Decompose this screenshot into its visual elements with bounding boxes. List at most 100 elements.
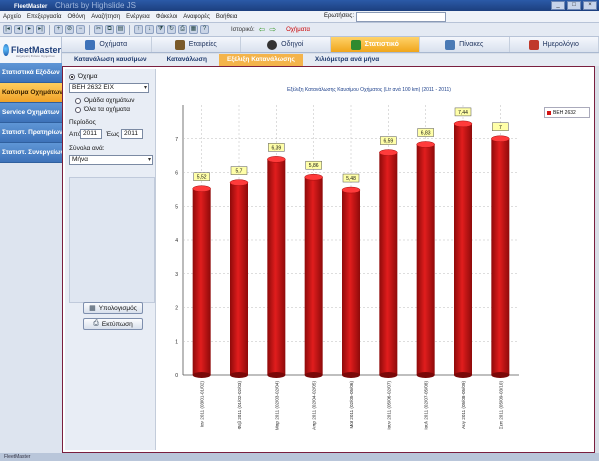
tab-label: Πίνακες [459, 41, 484, 48]
tab-label: Εταιρείες [188, 41, 217, 48]
x-tick-label: Μαρ 2011 (02/03-02/04) [274, 381, 279, 431]
tab-consumption-trend[interactable]: Εξέλιξη Κατανάλωσης [218, 54, 303, 66]
toolbar-divider [129, 24, 130, 35]
data-label: 5,7 [236, 169, 243, 175]
paste-icon[interactable]: ▤ [116, 25, 125, 34]
tab-vehicles[interactable]: Οχήματα [62, 37, 152, 52]
chart-bar-top [453, 120, 473, 128]
truck-icon [85, 39, 96, 50]
cancel-icon[interactable]: ⊘ [65, 25, 74, 34]
refresh-icon[interactable]: ↻ [167, 25, 176, 34]
delete-icon[interactable]: − [76, 25, 85, 34]
chart-bar-top [491, 135, 510, 142]
tab-statistics[interactable]: Στατιστικό [330, 37, 420, 52]
forward-arrow-icon[interactable]: ⇨ [269, 25, 276, 34]
y-tick-label: 5 [175, 204, 178, 210]
tab-label: Ημερολόγιο [542, 41, 579, 48]
menu-action[interactable]: Ενέργεια [123, 14, 153, 20]
print-label: Εκτύπωση [101, 320, 133, 328]
calculator-icon: ▦ [89, 305, 96, 312]
sidebar-item-vehicle-service[interactable]: Service Οχημάτων [0, 103, 62, 123]
logo-subtitle: Διαχείριση Στόλου Οχημάτων [16, 54, 55, 58]
data-label: 6,39 [271, 145, 281, 151]
chart-plot: 5,52 5,7 6,39 5,86 5,48 6,59 6,83 7,44 7 0 1 2 3 4 5 6… [175, 105, 519, 431]
new-icon[interactable]: + [54, 25, 63, 34]
tab-calendar[interactable]: Ημερολόγιο [510, 37, 599, 52]
menu-view[interactable]: Οθόνη [65, 14, 89, 20]
consumption-chart: Εξέλιξη Κατανάλωσης Καυσίμου Οχήματος (L… [159, 87, 591, 450]
to-year-input[interactable]: 2011 [121, 129, 143, 139]
tab-tables[interactable]: Πίνακες [420, 37, 510, 52]
radio-vehicle[interactable] [69, 73, 75, 80]
cut-icon[interactable]: ✂ [94, 25, 103, 34]
sort-desc-icon[interactable]: ↓ [145, 25, 154, 34]
menu-search[interactable]: Αναζήτηση [88, 14, 123, 20]
grid-icon[interactable]: ▦ [189, 25, 198, 34]
vehicle-select[interactable]: ΒΕΗ 2632 ΕΙΧ [69, 83, 149, 93]
help-icon[interactable]: ? [200, 25, 209, 34]
last-record-icon[interactable]: ▸| [36, 25, 45, 34]
chart-bar-base [230, 372, 248, 378]
search-label: Ερωτήσεις: [324, 13, 354, 19]
toolbar: |◂ ◂ ▸ ▸| + ⊘ − ✂ ⧉ ▤ ↑ ↓ ⧩ ↻ ⎙ ▦ ? Ιστο… [0, 23, 599, 37]
calculate-button[interactable]: ▦ Υπολογισμός [83, 302, 143, 314]
chart-bar [491, 138, 510, 375]
menu-folders[interactable]: Φάκελοι [153, 14, 181, 20]
chart-bar-top [341, 186, 361, 194]
filter-icon[interactable]: ⧩ [156, 25, 165, 34]
tab-drivers[interactable]: Οδηγοί [241, 37, 331, 52]
radio-group[interactable] [75, 97, 81, 104]
group-by-label: Σύνολα ανά: [69, 145, 105, 152]
y-tick-label: 1 [175, 339, 178, 345]
toolbar-divider [49, 24, 50, 35]
sidebar-item-garage-stats[interactable]: Στατιστ. Συνεργείων [0, 143, 62, 163]
tab-label: Στατιστικό [364, 41, 399, 48]
tab-companies[interactable]: Εταιρείες [152, 37, 241, 52]
sort-asc-icon[interactable]: ↑ [134, 25, 143, 34]
history-label: Ιστορικό: [231, 26, 255, 33]
credit-text: Charts by Highslide JS [55, 1, 136, 10]
first-record-icon[interactable]: |◂ [3, 25, 12, 34]
chart-bar-top [379, 149, 398, 156]
tab-fuel-consumption[interactable]: Κατανάλωση καυσίμων [66, 54, 155, 66]
tab-consumption[interactable]: Κατανάλωση [159, 54, 215, 66]
next-record-icon[interactable]: ▸ [25, 25, 34, 34]
search-input[interactable] [356, 12, 446, 22]
history-breadcrumb[interactable]: Οχήματα [286, 27, 310, 33]
sidebar-item-vehicle-fuel[interactable]: Καύσιμα Οχημάτων [0, 83, 62, 103]
to-label: Έως [106, 131, 120, 138]
menu-edit[interactable]: Επεξεργασία [24, 14, 65, 20]
chart-bar-base [342, 372, 360, 378]
copy-icon[interactable]: ⧉ [105, 25, 114, 34]
y-tick-label: 4 [175, 238, 178, 244]
back-arrow-icon[interactable]: ⇦ [259, 25, 266, 34]
prev-record-icon[interactable]: ◂ [14, 25, 23, 34]
chart-bar-base [491, 372, 510, 378]
y-tick-label: 7 [175, 137, 178, 143]
print-icon[interactable]: ⎙ [178, 25, 187, 34]
radio-vehicle-row[interactable]: Όχημα [69, 73, 98, 80]
menu-file[interactable]: Αρχείο [0, 14, 24, 20]
sub-tabs: Κατανάλωση καυσίμων Κατανάλωση Εξέλιξη Κ… [62, 54, 599, 66]
sidebar-item-expense-stats[interactable]: Στατιστικά Εξόδων [0, 63, 62, 83]
close-button[interactable]: × [583, 1, 597, 10]
tab-km-per-month[interactable]: Χιλιόμετρα ανά μήνα [307, 54, 387, 66]
chart-bar [342, 190, 360, 375]
app-title: FleetMaster [14, 4, 48, 10]
group-by-select[interactable]: Μήνα [69, 155, 153, 165]
radio-all[interactable] [75, 106, 81, 113]
bar-chart-icon [350, 39, 361, 50]
menu-help[interactable]: Βοήθεια [213, 14, 241, 20]
maximize-button[interactable]: □ [567, 1, 581, 10]
minimize-button[interactable]: _ [551, 1, 565, 10]
chart-bar-top [267, 156, 286, 163]
sidebar-item-station-stats[interactable]: Στατιστ. Πρατηρίων [0, 123, 62, 143]
radio-all-row[interactable]: Όλα τα οχήματα [75, 106, 130, 113]
radio-all-label: Όλα τα οχήματα [84, 106, 130, 113]
print-button[interactable]: ⎙ Εκτύπωση [83, 318, 143, 330]
app-logo: FleetMaster Διαχείριση Στόλου Οχημάτων [0, 37, 62, 63]
from-year-input[interactable]: 2011 [80, 129, 102, 139]
legend-swatch [547, 110, 551, 115]
menu-reports[interactable]: Αναφορές [180, 14, 213, 20]
radio-group-row[interactable]: Ομάδα οχημάτων [75, 97, 135, 104]
